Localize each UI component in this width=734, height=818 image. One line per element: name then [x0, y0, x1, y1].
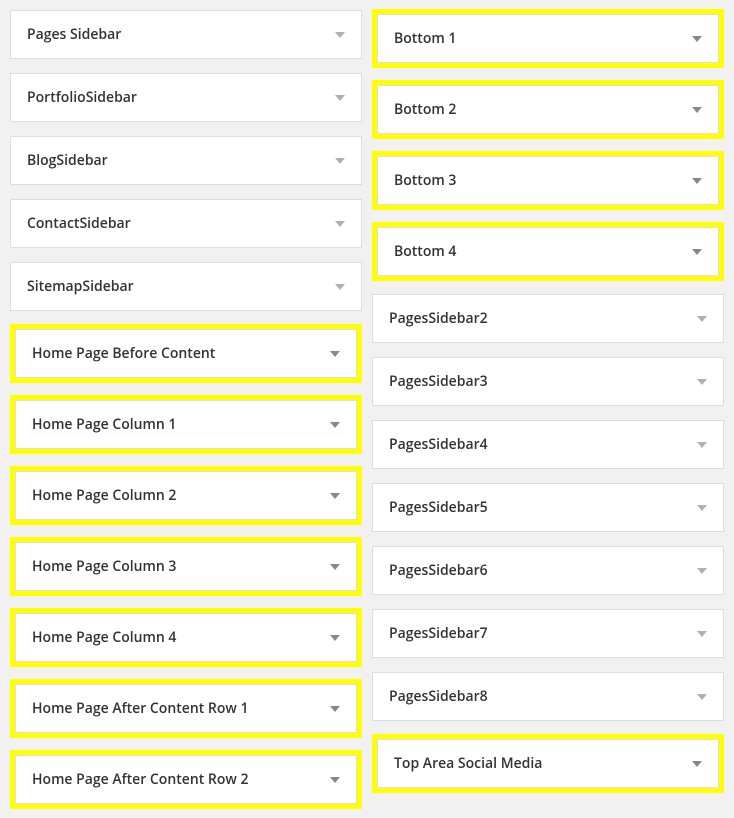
chevron-down-icon	[335, 32, 345, 38]
widget-area-home-page-after-content-row-2[interactable]: Home Page After Content Row 2	[15, 755, 357, 804]
widget-area-label: PagesSidebar3	[389, 372, 488, 391]
widget-area-label: BlogSidebar	[27, 151, 108, 170]
highlight-wrap: Home Page Column 1	[10, 395, 362, 454]
widget-area-bottom-4[interactable]: Bottom 4	[377, 227, 719, 276]
widget-area-pages-sidebar[interactable]: Pages Sidebar	[10, 10, 362, 59]
widget-area-label: Home Page Column 4	[32, 628, 176, 647]
widget-area-label: Bottom 2	[394, 100, 456, 119]
widget-area-label: PagesSidebar7	[389, 624, 488, 643]
widget-area-home-page-column-4[interactable]: Home Page Column 4	[15, 613, 357, 662]
right-column: Bottom 1 Bottom 2 Bottom 3 Bottom 4 PagesSid…	[372, 10, 724, 808]
chevron-down-icon	[330, 635, 340, 641]
widget-area-label: ContactSidebar	[27, 214, 131, 233]
widget-area-top-area-social-media[interactable]: Top Area Social Media	[377, 739, 719, 788]
chevron-down-icon	[692, 107, 702, 113]
chevron-down-icon	[692, 761, 702, 767]
widget-area-label: SitemapSidebar	[27, 277, 134, 296]
widget-area-pagessidebar3[interactable]: PagesSidebar3	[372, 357, 724, 406]
widget-area-label: Home Page Column 2	[32, 486, 176, 505]
chevron-down-icon	[330, 493, 340, 499]
chevron-down-icon	[330, 564, 340, 570]
chevron-down-icon	[697, 379, 707, 385]
widget-area-home-page-column-2[interactable]: Home Page Column 2	[15, 471, 357, 520]
highlight-wrap: Home Page Before Content	[10, 324, 362, 383]
widget-area-label: Top Area Social Media	[394, 754, 542, 773]
widget-area-sitemapsidebar[interactable]: SitemapSidebar	[10, 262, 362, 311]
widget-area-label: Home Page Before Content	[32, 344, 215, 363]
chevron-down-icon	[335, 284, 345, 290]
widget-area-label: Home Page After Content Row 1	[32, 699, 248, 718]
highlight-wrap: Home Page Column 4	[10, 608, 362, 667]
widget-area-label: Home Page Column 1	[32, 415, 176, 434]
chevron-down-icon	[330, 422, 340, 428]
widget-area-label: Bottom 3	[394, 171, 456, 190]
chevron-down-icon	[697, 568, 707, 574]
chevron-down-icon	[330, 351, 340, 357]
widget-area-home-page-after-content-row-1[interactable]: Home Page After Content Row 1	[15, 684, 357, 733]
widget-area-bottom-2[interactable]: Bottom 2	[377, 85, 719, 134]
highlight-wrap: Top Area Social Media	[372, 734, 724, 793]
widget-area-pagessidebar4[interactable]: PagesSidebar4	[372, 420, 724, 469]
widget-area-label: Home Page After Content Row 2	[32, 770, 248, 789]
widget-area-home-page-column-3[interactable]: Home Page Column 3	[15, 542, 357, 591]
highlight-wrap: Home Page After Content Row 1	[10, 679, 362, 738]
highlight-wrap: Bottom 3	[372, 151, 724, 210]
widget-areas-grid: Pages Sidebar PortfolioSidebar BlogSidebar…	[10, 10, 724, 808]
chevron-down-icon	[697, 505, 707, 511]
widget-area-home-page-before-content[interactable]: Home Page Before Content	[15, 329, 357, 378]
chevron-down-icon	[697, 316, 707, 322]
widget-area-pagessidebar5[interactable]: PagesSidebar5	[372, 483, 724, 532]
widget-area-pagessidebar7[interactable]: PagesSidebar7	[372, 609, 724, 658]
left-column: Pages Sidebar PortfolioSidebar BlogSidebar…	[10, 10, 362, 808]
widget-area-pagessidebar2[interactable]: PagesSidebar2	[372, 294, 724, 343]
chevron-down-icon	[697, 442, 707, 448]
widget-area-portfoliosidebar[interactable]: PortfolioSidebar	[10, 73, 362, 122]
widget-area-home-page-column-1[interactable]: Home Page Column 1	[15, 400, 357, 449]
widget-area-label: PagesSidebar5	[389, 498, 488, 517]
highlight-wrap: Home Page Column 2	[10, 466, 362, 525]
widget-area-label: PagesSidebar6	[389, 561, 488, 580]
chevron-down-icon	[330, 777, 340, 783]
widget-area-label: Bottom 1	[394, 29, 456, 48]
chevron-down-icon	[692, 36, 702, 42]
widget-area-label: PortfolioSidebar	[27, 88, 137, 107]
widget-area-label: Home Page Column 3	[32, 557, 176, 576]
widget-area-label: PagesSidebar8	[389, 687, 488, 706]
widget-area-contactsidebar[interactable]: ContactSidebar	[10, 199, 362, 248]
widget-area-bottom-3[interactable]: Bottom 3	[377, 156, 719, 205]
highlight-wrap: Home Page After Content Row 2	[10, 750, 362, 809]
chevron-down-icon	[697, 694, 707, 700]
chevron-down-icon	[335, 95, 345, 101]
widget-area-pagessidebar6[interactable]: PagesSidebar6	[372, 546, 724, 595]
chevron-down-icon	[692, 178, 702, 184]
widget-area-label: PagesSidebar2	[389, 309, 488, 328]
widget-area-label: Bottom 4	[394, 242, 456, 261]
chevron-down-icon	[335, 221, 345, 227]
widget-area-pagessidebar8[interactable]: PagesSidebar8	[372, 672, 724, 721]
widget-area-blogsidebar[interactable]: BlogSidebar	[10, 136, 362, 185]
highlight-wrap: Bottom 4	[372, 222, 724, 281]
widget-area-label: Pages Sidebar	[27, 25, 121, 44]
highlight-wrap: Bottom 1	[372, 9, 724, 68]
highlight-wrap: Bottom 2	[372, 80, 724, 139]
chevron-down-icon	[330, 706, 340, 712]
chevron-down-icon	[692, 249, 702, 255]
widget-area-label: PagesSidebar4	[389, 435, 488, 454]
widget-area-bottom-1[interactable]: Bottom 1	[377, 14, 719, 63]
chevron-down-icon	[335, 158, 345, 164]
chevron-down-icon	[697, 631, 707, 637]
highlight-wrap: Home Page Column 3	[10, 537, 362, 596]
